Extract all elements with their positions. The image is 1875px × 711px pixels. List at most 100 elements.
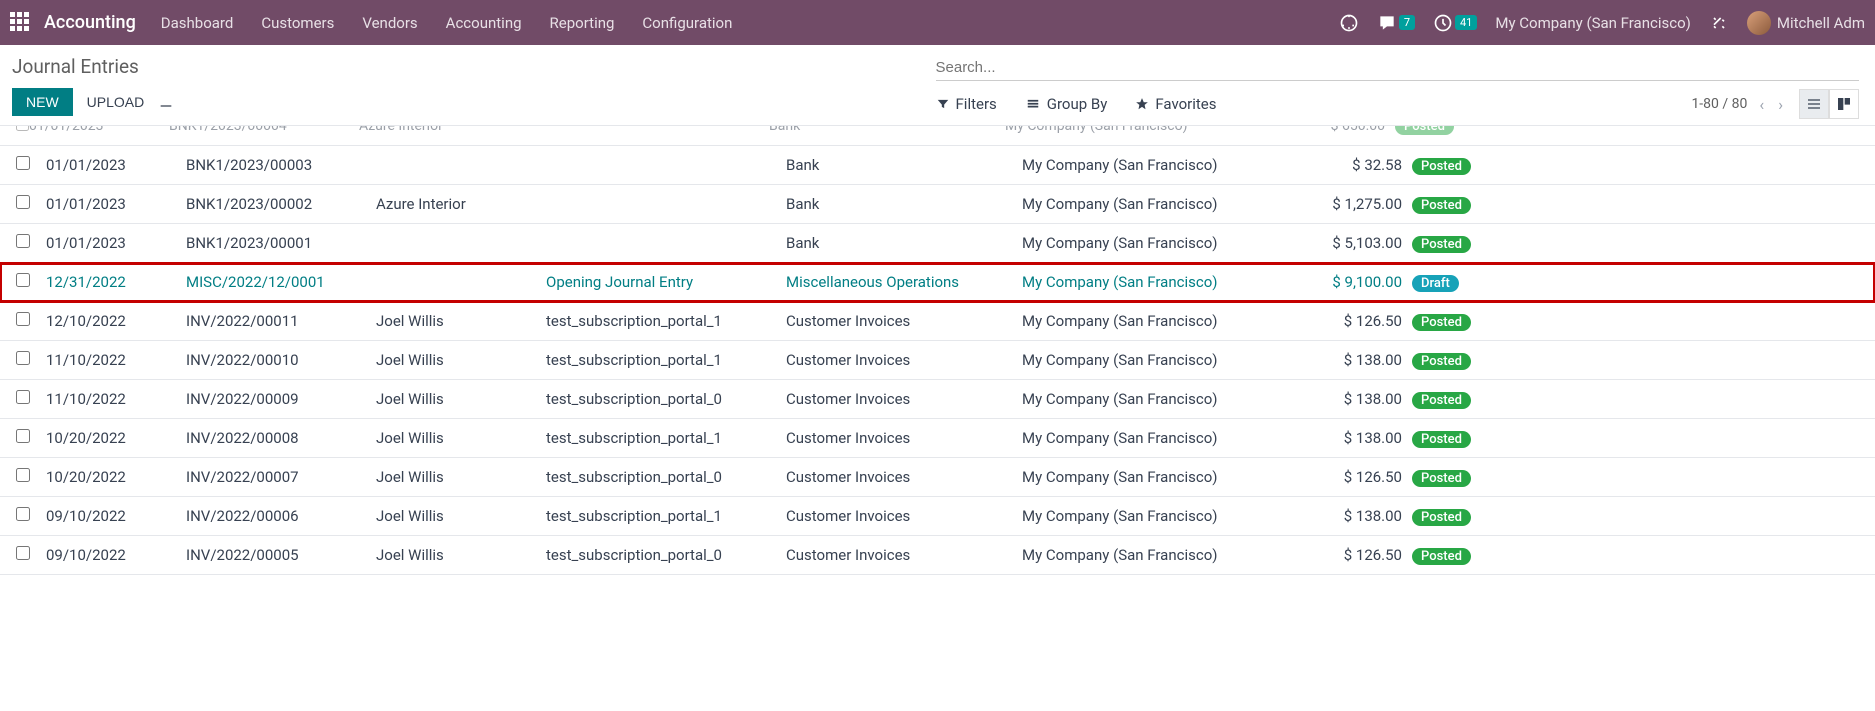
- apps-icon[interactable]: [10, 12, 32, 34]
- cell-company: My Company (San Francisco): [1005, 126, 1265, 134]
- debug-icon[interactable]: [1709, 13, 1729, 33]
- menu-vendors[interactable]: Vendors: [362, 14, 417, 32]
- cell-partner: Azure Interior: [359, 126, 529, 134]
- activities-icon[interactable]: 41: [1433, 13, 1477, 33]
- page-title: Journal Entries: [12, 55, 936, 78]
- row-checkbox[interactable]: [16, 234, 30, 248]
- cell-reference: test_subscription_portal_0: [546, 546, 786, 564]
- cell-journal: Bank: [786, 195, 1022, 213]
- cell-journal: Bank: [786, 234, 1022, 252]
- table-row[interactable]: 11/10/2022 INV/2022/00009 Joel Willis te…: [0, 380, 1875, 419]
- cell-company: My Company (San Francisco): [1022, 507, 1282, 525]
- row-checkbox[interactable]: [16, 351, 30, 365]
- user-name: Mitchell Adm: [1777, 14, 1865, 32]
- view-kanban-button[interactable]: [1829, 89, 1859, 119]
- cell-journal: Customer Invoices: [786, 546, 1022, 564]
- cell-reference: test_subscription_portal_0: [546, 468, 786, 486]
- table-row[interactable]: 01/01/2023 BNK1/2023/00002 Azure Interio…: [0, 185, 1875, 224]
- cell-date: 01/01/2023: [29, 126, 169, 134]
- status-badge: Posted: [1412, 236, 1471, 253]
- app-brand[interactable]: Accounting: [44, 12, 136, 33]
- table-row[interactable]: 01/01/2023 BNK1/2023/00001 Bank My Compa…: [0, 224, 1875, 263]
- journal-table: 01/01/2023 BNK1/2023/00004 Azure Interio…: [0, 125, 1875, 575]
- row-checkbox[interactable]: [16, 126, 29, 131]
- pager-text[interactable]: 1-80 / 80: [1691, 96, 1747, 112]
- status-badge: Posted: [1412, 470, 1471, 487]
- menu-configuration[interactable]: Configuration: [642, 14, 732, 32]
- top-nav: Accounting Dashboard Customers Vendors A…: [0, 0, 1875, 45]
- row-checkbox[interactable]: [16, 546, 30, 560]
- user-menu[interactable]: Mitchell Adm: [1747, 11, 1865, 35]
- new-button[interactable]: NEW: [12, 88, 73, 116]
- menu-reporting[interactable]: Reporting: [550, 14, 615, 32]
- activities-badge: 41: [1455, 15, 1477, 30]
- cell-journal: Bank: [786, 156, 1022, 174]
- cell-partner: Joel Willis: [376, 468, 546, 486]
- table-row[interactable]: 01/01/2023 BNK1/2023/00003 Bank My Compa…: [0, 146, 1875, 185]
- cell-partner: Joel Willis: [376, 312, 546, 330]
- cell-journal: Customer Invoices: [786, 429, 1022, 447]
- cell-journal: Customer Invoices: [786, 468, 1022, 486]
- row-checkbox[interactable]: [16, 273, 30, 287]
- cell-partner: Joel Willis: [376, 390, 546, 408]
- cell-date: 12/31/2022: [46, 273, 186, 291]
- cell-journal: Customer Invoices: [786, 507, 1022, 525]
- main-menu: Dashboard Customers Vendors Accounting R…: [161, 14, 733, 32]
- row-checkbox[interactable]: [16, 507, 30, 521]
- menu-customers[interactable]: Customers: [261, 14, 334, 32]
- row-checkbox[interactable]: [16, 195, 30, 209]
- cell-amount: $ 126.50: [1282, 468, 1412, 486]
- cell-amount: $ 138.00: [1282, 351, 1412, 369]
- table-row[interactable]: 10/20/2022 INV/2022/00008 Joel Willis te…: [0, 419, 1875, 458]
- groupby-button[interactable]: Group By: [1025, 95, 1108, 113]
- cell-amount: $ 1,275.00: [1282, 195, 1412, 213]
- cell-number: INV/2022/00007: [186, 468, 376, 486]
- cell-number: INV/2022/00009: [186, 390, 376, 408]
- table-row[interactable]: 12/10/2022 INV/2022/00011 Joel Willis te…: [0, 302, 1875, 341]
- cell-company: My Company (San Francisco): [1022, 273, 1282, 291]
- table-row[interactable]: 12/31/2022 MISC/2022/12/0001 Opening Jou…: [0, 263, 1875, 302]
- cell-partner: Joel Willis: [376, 429, 546, 447]
- cell-date: 01/01/2023: [46, 156, 186, 174]
- cell-amount: $ 138.00: [1282, 390, 1412, 408]
- status-badge: Posted: [1412, 158, 1471, 175]
- cell-partner: Joel Willis: [376, 507, 546, 525]
- view-list-button[interactable]: [1799, 89, 1829, 119]
- cell-journal: Miscellaneous Operations: [786, 273, 1022, 291]
- row-checkbox[interactable]: [16, 156, 30, 170]
- menu-accounting[interactable]: Accounting: [446, 14, 522, 32]
- menu-dashboard[interactable]: Dashboard: [161, 14, 234, 32]
- table-row[interactable]: 01/01/2023 BNK1/2023/00004 Azure Interio…: [0, 126, 1875, 146]
- row-checkbox[interactable]: [16, 312, 30, 326]
- messages-icon[interactable]: 7: [1377, 13, 1415, 33]
- pager-prev[interactable]: ‹: [1757, 95, 1766, 114]
- cell-number: INV/2022/00008: [186, 429, 376, 447]
- upload-button[interactable]: UPLOAD: [87, 94, 145, 110]
- row-checkbox[interactable]: [16, 390, 30, 404]
- row-checkbox[interactable]: [16, 429, 30, 443]
- table-row[interactable]: 09/10/2022 INV/2022/00005 Joel Willis te…: [0, 536, 1875, 575]
- cell-date: 11/10/2022: [46, 351, 186, 369]
- search-input[interactable]: [936, 59, 1860, 76]
- table-row[interactable]: 11/10/2022 INV/2022/00010 Joel Willis te…: [0, 341, 1875, 380]
- nav-right: 7 41 My Company (San Francisco) Mitchell…: [1339, 11, 1865, 35]
- filters-button[interactable]: Filters: [936, 95, 997, 113]
- support-icon[interactable]: [1339, 13, 1359, 33]
- cell-date: 11/10/2022: [46, 390, 186, 408]
- company-selector[interactable]: My Company (San Francisco): [1495, 14, 1690, 32]
- cell-number: BNK1/2023/00004: [169, 126, 359, 134]
- cell-number: INV/2022/00010: [186, 351, 376, 369]
- row-checkbox[interactable]: [16, 468, 30, 482]
- cell-reference: Opening Journal Entry: [546, 273, 786, 291]
- cell-reference: test_subscription_portal_1: [546, 312, 786, 330]
- cell-company: My Company (San Francisco): [1022, 429, 1282, 447]
- table-row[interactable]: 10/20/2022 INV/2022/00007 Joel Willis te…: [0, 458, 1875, 497]
- cell-company: My Company (San Francisco): [1022, 156, 1282, 174]
- cell-number: INV/2022/00011: [186, 312, 376, 330]
- cell-date: 09/10/2022: [46, 546, 186, 564]
- table-row[interactable]: 09/10/2022 INV/2022/00006 Joel Willis te…: [0, 497, 1875, 536]
- favorites-button[interactable]: Favorites: [1135, 95, 1216, 113]
- download-icon[interactable]: [158, 94, 174, 110]
- cell-partner: Joel Willis: [376, 546, 546, 564]
- pager-next[interactable]: ›: [1776, 95, 1785, 114]
